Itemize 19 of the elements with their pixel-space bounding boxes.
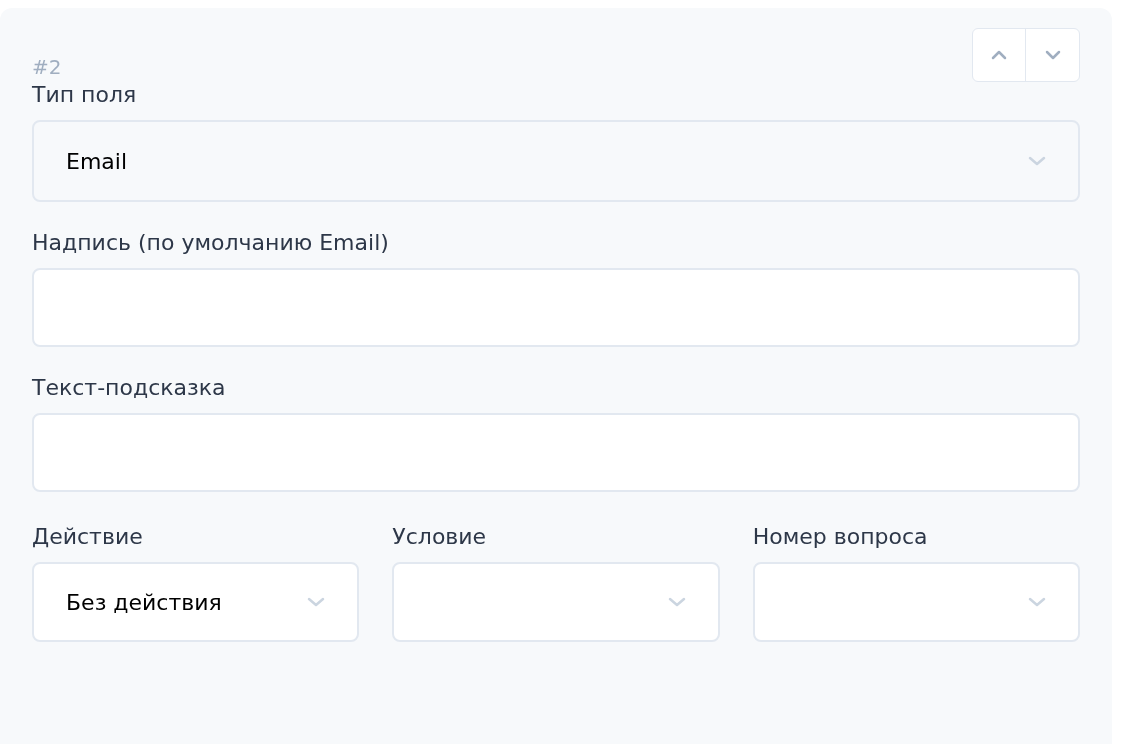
- chevron-down-icon: [1028, 597, 1046, 607]
- chevron-down-icon: [307, 597, 326, 607]
- chevron-down-icon: [667, 597, 686, 607]
- input-field[interactable]: [32, 268, 1080, 347]
- field-label: Номер вопроса: [752, 523, 929, 551]
- select-field[interactable]: Без действия: [32, 562, 360, 642]
- item-number: #2: [32, 54, 62, 81]
- select-field[interactable]: [392, 562, 720, 642]
- input-field[interactable]: [32, 413, 1080, 492]
- select-field[interactable]: [752, 562, 1080, 642]
- select-field[interactable]: Email: [32, 120, 1080, 202]
- chevron-down-icon: [1028, 156, 1046, 166]
- field-label: Условие: [392, 523, 488, 551]
- field-label: Надпись (по умолчанию Email): [32, 229, 390, 257]
- field-label: Текст-подсказка: [32, 374, 227, 402]
- field-label: Тип поля: [32, 81, 138, 109]
- chevron-down-icon: [1044, 50, 1061, 60]
- chevron-up-icon: [991, 50, 1007, 60]
- field-label: Действие: [32, 523, 144, 551]
